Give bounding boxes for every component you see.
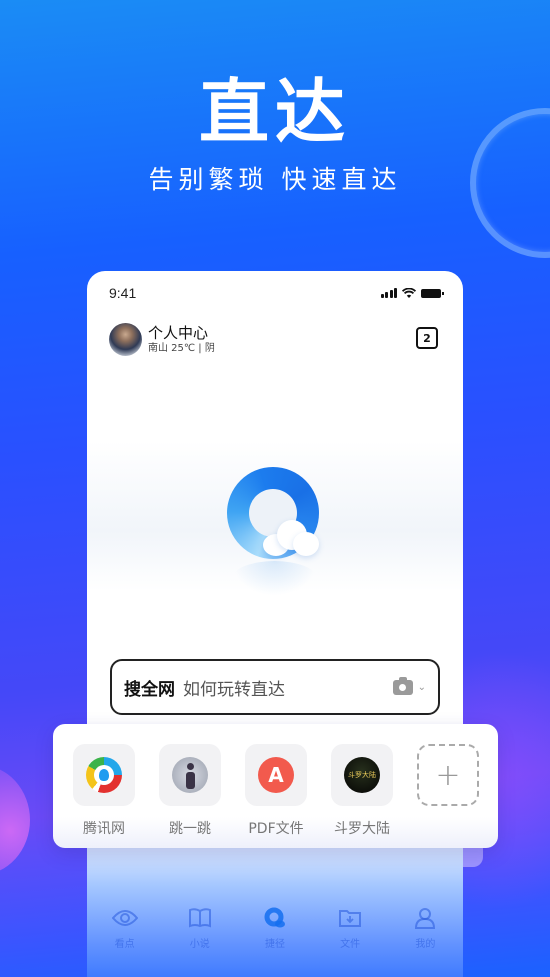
shortcut-label: 斗罗大陆 (334, 821, 390, 837)
weather-info: 南山 25℃ | 阴 (148, 342, 215, 354)
shortcut-pdf[interactable]: A PDF文件 (245, 744, 307, 848)
tab-count-button[interactable]: 2 (416, 327, 438, 349)
nav-item-files[interactable]: 文件 (320, 905, 380, 965)
user-icon (412, 905, 438, 931)
nav-label: 看点 (114, 939, 135, 950)
shortcut-label: 跳一跳 (169, 821, 211, 837)
chevron-down-icon[interactable]: ⌄ (418, 682, 426, 693)
shortcut-label: PDF文件 (248, 821, 304, 837)
shortcut-panel: 腾讯网 跳一跳 A PDF文件 斗罗大陆 斗罗大陆 + (53, 724, 498, 848)
wifi-icon (402, 287, 416, 298)
status-bar: 9:41 (109, 283, 444, 303)
shortcut-jump-game[interactable]: 跳一跳 (159, 744, 221, 848)
cloud-icon (263, 518, 319, 556)
shortcut-douluo[interactable]: 斗罗大陆 斗罗大陆 (331, 744, 393, 848)
shortcut-label: 腾讯网 (83, 821, 125, 837)
status-icons (380, 287, 444, 299)
battery-icon (421, 288, 444, 298)
search-input[interactable]: 如何玩转直达 (183, 675, 393, 700)
folder-download-icon (337, 905, 363, 931)
search-bar[interactable]: 搜全网 如何玩转直达 ⌄ (110, 659, 440, 715)
nav-label: 文件 (340, 939, 361, 950)
promo-headline: 直达 (199, 71, 351, 153)
add-icon[interactable]: + (417, 744, 479, 806)
tencent-news-icon (86, 757, 122, 793)
nav-label: 我的 (415, 939, 436, 950)
pdf-icon: A (258, 757, 294, 793)
camera-icon[interactable] (392, 676, 413, 695)
jump-game-icon (172, 757, 208, 793)
book-icon (187, 905, 213, 931)
nav-item-novel[interactable]: 小说 (170, 905, 230, 965)
eye-icon (111, 905, 138, 931)
shortcut-tencent-news[interactable]: 腾讯网 (73, 744, 135, 848)
decorative-sphere (0, 765, 30, 875)
qq-browser-icon (262, 905, 288, 931)
logo-reflection (232, 561, 317, 596)
nav-label: 捷径 (264, 939, 285, 950)
profile-name: 个人中心 (148, 323, 209, 342)
promo-subline: 告别繁琐 快速直达 (148, 165, 402, 194)
douluo-icon: 斗罗大陆 (344, 757, 380, 793)
nav-label: 小说 (189, 939, 210, 950)
signal-icon (380, 288, 397, 298)
add-shortcut-button[interactable]: + (417, 744, 479, 848)
bottom-nav: 看点 小说 捷径 文件 我的 (87, 905, 463, 965)
status-time: 9:41 (109, 285, 137, 301)
decorative-tab (463, 845, 483, 867)
nav-item-kandian[interactable]: 看点 (95, 905, 155, 965)
nav-item-shortcut[interactable]: 捷径 (245, 905, 305, 965)
search-scope[interactable]: 搜全网 (124, 675, 175, 700)
nav-item-me[interactable]: 我的 (395, 905, 455, 965)
avatar[interactable] (109, 323, 142, 356)
profile-center[interactable]: 个人中心 南山 25℃ | 阴 (109, 323, 215, 356)
